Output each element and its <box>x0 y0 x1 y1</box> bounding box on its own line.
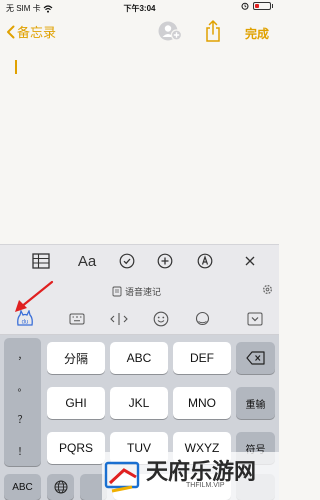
back-button[interactable]: 备忘录 <box>6 22 56 41</box>
punctuation-key[interactable]: ？ <box>4 402 41 434</box>
delete-key[interactable] <box>236 342 275 374</box>
punctuation-key[interactable]: ！ <box>4 434 41 466</box>
battery-cap <box>271 4 273 8</box>
key-pqrs[interactable]: PQRS <box>47 432 105 464</box>
watermark-url: THFILM.VIP <box>186 482 225 489</box>
key-jkl[interactable]: JKL <box>110 387 168 419</box>
svg-text:du: du <box>22 320 29 326</box>
nav-bar: 备忘录 完成 <box>0 16 279 48</box>
table-button[interactable] <box>28 251 54 271</box>
markup-button[interactable] <box>194 251 216 271</box>
watermark-logo <box>104 461 140 493</box>
status-right <box>241 2 273 10</box>
chevron-left-icon <box>7 25 15 38</box>
add-icon <box>157 253 173 269</box>
voice-label-text: 语音速记 <box>125 287 162 297</box>
backspace-icon <box>245 351 265 365</box>
watermark: 天府乐游网 THFILM.VIP <box>102 452 279 500</box>
markup-icon <box>197 253 213 269</box>
search-button[interactable] <box>192 310 214 328</box>
battery-icon <box>252 2 271 10</box>
status-time: 下午3:04 <box>123 4 156 13</box>
punctuation-key[interactable]: ， <box>4 338 41 370</box>
key-abc[interactable]: ABC <box>110 342 168 374</box>
text-format-icon: Aa <box>77 252 97 270</box>
checklist-button[interactable] <box>116 251 138 271</box>
cursor-move-icon <box>110 313 128 325</box>
insert-button[interactable] <box>154 251 176 271</box>
globe-key[interactable] <box>47 474 74 500</box>
close-toolbar-button[interactable] <box>240 251 260 271</box>
key-ghi[interactable]: GHI <box>47 387 105 419</box>
note-editor[interactable] <box>0 48 279 244</box>
globe-icon <box>54 480 67 494</box>
close-icon <box>245 256 255 266</box>
key-def[interactable]: DEF <box>173 342 231 374</box>
back-label: 备忘录 <box>17 25 57 40</box>
emoji-icon <box>153 311 169 327</box>
share-icon[interactable] <box>205 20 221 42</box>
alarm-icon <box>241 2 248 10</box>
search-icon <box>195 311 210 326</box>
key-mno[interactable]: MNO <box>173 387 231 419</box>
format-toolbar: Aa <box>0 244 279 277</box>
status-bar: 无 SIM 卡 下午3:04 <box>0 0 279 16</box>
annotation-arrow-icon <box>15 280 54 312</box>
voice-note-icon <box>112 286 122 297</box>
table-icon <box>32 253 50 269</box>
abc-switch-key[interactable]: ABC <box>4 474 41 500</box>
done-button[interactable]: 完成 <box>245 25 269 42</box>
text-cursor <box>15 60 17 74</box>
settings-icon[interactable] <box>262 284 273 295</box>
voice-input-label[interactable]: 语音速记 <box>112 285 161 298</box>
cursor-move-button[interactable] <box>108 310 130 328</box>
key-separator[interactable]: 分隔 <box>47 342 105 374</box>
punctuation-key[interactable]: 。 <box>4 370 41 402</box>
punctuation-column: ， 。 ？ ！ <box>4 338 41 466</box>
retype-key[interactable]: 重输 <box>236 387 275 419</box>
emoji-button[interactable] <box>150 310 172 328</box>
keyboard-switch-button[interactable] <box>66 310 88 328</box>
add-people-icon[interactable] <box>158 20 184 42</box>
text-format-button[interactable]: Aa <box>72 251 102 271</box>
checklist-icon <box>119 253 135 269</box>
keyboard-icon <box>69 313 85 325</box>
collapse-keyboard-button[interactable] <box>244 310 266 328</box>
collapse-keyboard-icon <box>247 312 263 326</box>
